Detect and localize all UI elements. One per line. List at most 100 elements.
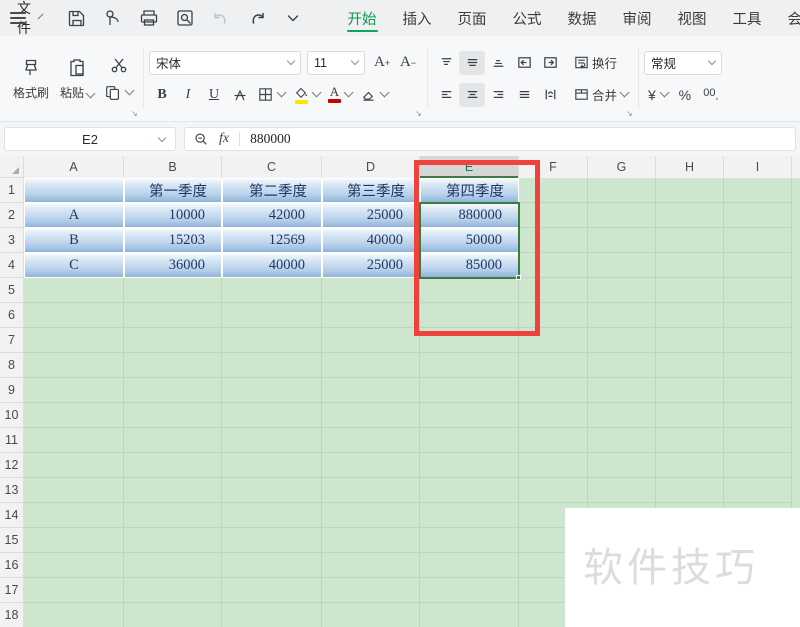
empty-cell[interactable] bbox=[24, 353, 124, 378]
tab-home[interactable]: 开始 bbox=[335, 0, 390, 36]
empty-cell[interactable] bbox=[322, 403, 420, 428]
clipboard-dialog-launcher-icon[interactable]: ↘ bbox=[131, 110, 139, 118]
tab-view[interactable]: 视图 bbox=[665, 0, 720, 36]
empty-cell[interactable] bbox=[724, 428, 792, 453]
column-header-g[interactable]: G bbox=[588, 156, 656, 178]
empty-cell[interactable] bbox=[24, 428, 124, 453]
name-box[interactable]: E2 bbox=[4, 127, 176, 151]
font-size-chevron-icon[interactable] bbox=[350, 56, 360, 66]
format-painter-button[interactable]: 格式刷 bbox=[8, 47, 54, 111]
copy-icon[interactable] bbox=[100, 81, 137, 105]
row-header-2[interactable]: 2 bbox=[0, 203, 24, 228]
empty-cell[interactable] bbox=[24, 603, 124, 627]
borders-chevron-icon[interactable] bbox=[276, 87, 287, 98]
borders-icon[interactable] bbox=[253, 83, 289, 107]
row-header-17[interactable]: 17 bbox=[0, 578, 24, 603]
empty-cell[interactable] bbox=[222, 303, 322, 328]
cell-b1[interactable]: 第一季度 bbox=[124, 178, 222, 203]
empty-cell[interactable] bbox=[519, 178, 588, 203]
tab-formula[interactable]: 公式 bbox=[500, 0, 555, 36]
clear-format-icon[interactable] bbox=[356, 83, 392, 107]
empty-cell[interactable] bbox=[24, 528, 124, 553]
empty-cell[interactable] bbox=[24, 303, 124, 328]
empty-cell[interactable] bbox=[519, 278, 588, 303]
row-header-15[interactable]: 15 bbox=[0, 528, 24, 553]
empty-cell[interactable] bbox=[588, 303, 656, 328]
empty-cell[interactable] bbox=[420, 453, 519, 478]
empty-cell[interactable] bbox=[724, 178, 792, 203]
empty-cell[interactable] bbox=[222, 328, 322, 353]
empty-cell[interactable] bbox=[588, 403, 656, 428]
bold-button[interactable]: B bbox=[149, 83, 175, 107]
print-icon[interactable] bbox=[138, 7, 160, 29]
empty-cell[interactable] bbox=[656, 228, 724, 253]
empty-cell[interactable] bbox=[222, 353, 322, 378]
row-header-18[interactable]: 18 bbox=[0, 603, 24, 627]
fx-icon[interactable]: fx bbox=[219, 131, 229, 147]
empty-cell[interactable] bbox=[322, 528, 420, 553]
tab-page[interactable]: 页面 bbox=[445, 0, 500, 36]
empty-cell[interactable] bbox=[420, 478, 519, 503]
file-menu-label[interactable]: 文件 bbox=[17, 0, 32, 38]
empty-cell[interactable] bbox=[124, 378, 222, 403]
empty-cell[interactable] bbox=[124, 353, 222, 378]
empty-cell[interactable] bbox=[420, 328, 519, 353]
empty-cell[interactable] bbox=[724, 303, 792, 328]
row-header-11[interactable]: 11 bbox=[0, 428, 24, 453]
magnifier-minus-icon[interactable] bbox=[193, 131, 209, 147]
empty-cell[interactable] bbox=[24, 503, 124, 528]
cell-d2[interactable]: 25000 bbox=[322, 203, 420, 228]
number-format-select[interactable]: 常规 bbox=[644, 50, 723, 75]
empty-cell[interactable] bbox=[322, 553, 420, 578]
cell-e3[interactable]: 50000 bbox=[420, 228, 519, 253]
empty-cell[interactable] bbox=[222, 478, 322, 503]
empty-cell[interactable] bbox=[222, 378, 322, 403]
empty-cell[interactable] bbox=[124, 603, 222, 627]
empty-cell[interactable] bbox=[588, 453, 656, 478]
italic-button[interactable]: I bbox=[175, 83, 201, 107]
cell-b2[interactable]: 10000 bbox=[124, 203, 222, 228]
font-color-icon[interactable]: A bbox=[324, 83, 356, 107]
row-header-3[interactable]: 3 bbox=[0, 228, 24, 253]
empty-cell[interactable] bbox=[588, 428, 656, 453]
empty-cell[interactable] bbox=[124, 503, 222, 528]
font-name-select[interactable]: 宋体 bbox=[149, 50, 301, 75]
empty-cell[interactable] bbox=[322, 303, 420, 328]
empty-cell[interactable] bbox=[322, 578, 420, 603]
column-header-a[interactable]: A bbox=[24, 156, 124, 178]
empty-cell[interactable] bbox=[222, 453, 322, 478]
cell-c2[interactable]: 42000 bbox=[222, 203, 322, 228]
empty-cell[interactable] bbox=[724, 478, 792, 503]
empty-cell[interactable] bbox=[656, 353, 724, 378]
cell-b3[interactable]: 15203 bbox=[124, 228, 222, 253]
empty-cell[interactable] bbox=[124, 428, 222, 453]
tab-data[interactable]: 数据 bbox=[555, 0, 610, 36]
cell-a3[interactable]: B bbox=[24, 228, 124, 253]
decrease-indent-icon[interactable] bbox=[511, 51, 537, 75]
empty-cell[interactable] bbox=[656, 178, 724, 203]
clear-format-chevron-icon[interactable] bbox=[379, 87, 390, 98]
redo-icon[interactable] bbox=[246, 7, 268, 29]
column-header-c[interactable]: C bbox=[222, 156, 322, 178]
file-menu-chevron-icon[interactable] bbox=[37, 13, 43, 19]
empty-cell[interactable] bbox=[322, 378, 420, 403]
empty-cell[interactable] bbox=[656, 303, 724, 328]
empty-cell[interactable] bbox=[420, 378, 519, 403]
empty-cell[interactable] bbox=[656, 328, 724, 353]
empty-cell[interactable] bbox=[420, 353, 519, 378]
cell-d1[interactable]: 第三季度 bbox=[322, 178, 420, 203]
row-header-13[interactable]: 13 bbox=[0, 478, 24, 503]
empty-cell[interactable] bbox=[724, 378, 792, 403]
empty-cell[interactable] bbox=[420, 428, 519, 453]
paste-button[interactable]: 粘贴 bbox=[54, 47, 100, 111]
empty-cell[interactable] bbox=[519, 403, 588, 428]
empty-cell[interactable] bbox=[656, 453, 724, 478]
empty-cell[interactable] bbox=[420, 578, 519, 603]
align-bottom-icon[interactable] bbox=[485, 51, 511, 75]
row-header-6[interactable]: 6 bbox=[0, 303, 24, 328]
empty-cell[interactable] bbox=[724, 228, 792, 253]
empty-cell[interactable] bbox=[519, 378, 588, 403]
column-header-b[interactable]: B bbox=[124, 156, 222, 178]
row-header-12[interactable]: 12 bbox=[0, 453, 24, 478]
column-header-d[interactable]: D bbox=[322, 156, 420, 178]
